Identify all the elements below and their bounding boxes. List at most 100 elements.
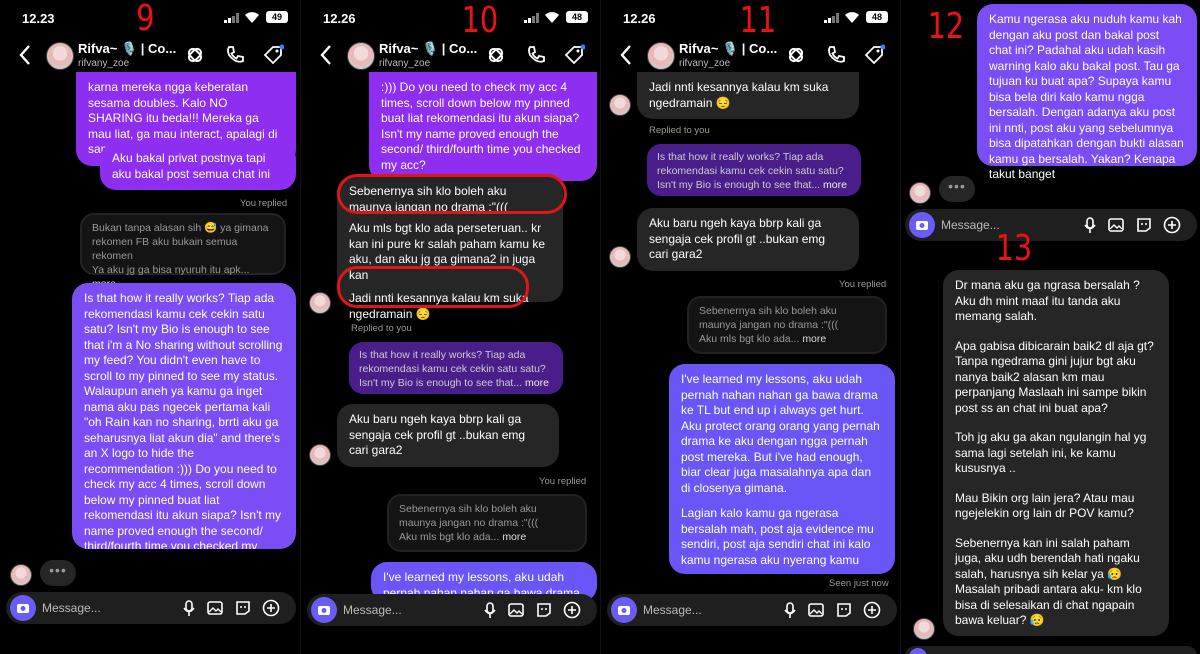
contact-name[interactable]: Rifva~ 🎙️ | Co...	[78, 41, 176, 57]
message-outgoing[interactable]: Kamu ngerasa aku nuduh kamu kah dengan a…	[977, 4, 1197, 181]
wifi-icon	[845, 12, 859, 23]
message-input[interactable]: Message...	[941, 218, 1000, 232]
annotation-circle	[337, 266, 529, 308]
message-composer[interactable]: Message...	[607, 594, 897, 626]
contact-name[interactable]: Rifva~ 🎙️ | Co...	[679, 41, 777, 57]
wifi-icon	[545, 12, 559, 23]
camera-icon[interactable]	[611, 597, 637, 623]
more-link[interactable]: more	[525, 377, 549, 389]
reply-preview[interactable]: Is that how it really works? Tiap ada re…	[647, 144, 861, 196]
avatar	[10, 564, 32, 586]
reply-text: Aku mls bgt klo ada...	[399, 531, 500, 543]
replied-to-you-label: Replied to you	[649, 125, 710, 136]
contact-name[interactable]: Rifva~ 🎙️ | Co...	[379, 41, 477, 57]
avatar	[609, 246, 631, 268]
microphone-icon[interactable]	[781, 601, 799, 619]
phone-icon[interactable]	[224, 44, 246, 66]
avatar[interactable]	[347, 42, 375, 70]
message-text: I've learned my lessons, aku udah pernah…	[681, 372, 880, 495]
message-incoming[interactable]: Jadi nnti kesannya kalau km suka ngedram…	[637, 72, 859, 119]
gallery-icon[interactable]	[206, 599, 224, 617]
message-outgoing[interactable]: I've learned my lessons, aku udah pernah…	[669, 364, 895, 574]
chat-panel-10: 12.26 48 10 Rifva~ 🎙️ | Co... rifvany_zo…	[300, 0, 600, 654]
signal-icon	[224, 13, 239, 23]
bandage-icon[interactable]	[184, 44, 206, 66]
more-link[interactable]: more	[802, 333, 826, 345]
message-composer[interactable]: Message...	[905, 209, 1197, 241]
reply-preview[interactable]: Sebenernya sih klo boleh aku maunya jang…	[687, 296, 887, 354]
message-text: Masalah pribadi antara aku- km klo bisa …	[955, 582, 1142, 627]
reply-text: Is that how it really works? Tiap ada re…	[657, 151, 844, 191]
message-input[interactable]: Message...	[42, 601, 101, 615]
phone-icon[interactable]	[825, 44, 847, 66]
message-outgoing[interactable]: Aku bakal privat postnya tapi aku bakal …	[100, 143, 296, 190]
status-time: 12.26	[323, 11, 356, 26]
back-arrow-icon[interactable]	[18, 44, 32, 66]
more-link[interactable]: more	[823, 179, 847, 191]
reply-preview[interactable]: Is that how it really works? Tiap ada re…	[349, 342, 563, 394]
you-replied-label: You replied	[240, 198, 288, 209]
add-icon[interactable]	[262, 599, 280, 617]
reply-preview[interactable]: Sebenernya sih klo boleh aku maunya jang…	[387, 494, 587, 552]
gallery-icon[interactable]	[1107, 216, 1125, 234]
message-incoming[interactable]: Aku baru ngeh kaya bbrp kali ga sengaja …	[337, 404, 559, 467]
signal-icon	[824, 13, 839, 23]
message-outgoing[interactable]: Is that how it really works? Tiap ada re…	[72, 283, 296, 549]
typing-indicator: •••	[40, 560, 76, 586]
message-composer[interactable]: Message...	[6, 592, 296, 624]
microphone-icon[interactable]	[1081, 216, 1099, 234]
reply-preview[interactable]: Bukan tanpa alasan sih 😅 ya gimana rekom…	[80, 213, 286, 290]
battery-icon: 48	[866, 11, 888, 23]
message-outgoing[interactable]: :))) Do you need to check my acc 4 times…	[369, 72, 597, 181]
tag-icon[interactable]	[563, 44, 585, 66]
you-replied-label: You replied	[839, 279, 887, 290]
sticker-icon[interactable]	[234, 599, 252, 617]
avatar	[913, 618, 935, 640]
status-time: 12.26	[623, 11, 656, 26]
camera-icon[interactable]	[909, 212, 935, 238]
page-number: 12	[927, 6, 965, 47]
battery-icon: 48	[566, 11, 588, 23]
status-bar: 12.26 48	[301, 0, 600, 36]
message-incoming[interactable]: Dr mana aku ga ngrasa bersalah ? Aku dh …	[943, 270, 1169, 636]
signal-icon	[524, 13, 539, 23]
avatar[interactable]	[647, 42, 675, 70]
sticker-icon[interactable]	[1135, 216, 1153, 234]
status-time: 12.23	[22, 11, 55, 26]
microphone-icon[interactable]	[180, 599, 198, 617]
back-arrow-icon[interactable]	[319, 44, 333, 66]
add-icon[interactable]	[563, 601, 581, 619]
gallery-icon[interactable]	[807, 601, 825, 619]
microphone-icon[interactable]	[481, 601, 499, 619]
message-composer[interactable]	[905, 646, 1197, 654]
message-incoming[interactable]: Aku baru ngeh kaya bbrp kali ga sengaja …	[637, 208, 859, 271]
message-text: Sebenernya kan ini salah paham juga, aku…	[955, 535, 1140, 581]
add-icon[interactable]	[1163, 216, 1181, 234]
sticker-icon[interactable]	[835, 601, 853, 619]
sticker-icon[interactable]	[535, 601, 553, 619]
you-replied-label: You replied	[539, 476, 587, 487]
reply-text: Aku mls bgt klo ada...	[699, 333, 800, 345]
page-number: 10	[461, 0, 499, 41]
reply-text: Is that how it really works? Tiap ada re…	[359, 349, 546, 389]
camera-icon[interactable]	[311, 597, 337, 623]
message-text: Dr mana aku ga ngrasa bersalah ? Aku dh …	[955, 278, 1140, 323]
message-input[interactable]: Message...	[643, 603, 702, 617]
bandage-icon[interactable]	[785, 44, 807, 66]
camera-icon[interactable]	[909, 648, 927, 654]
tag-icon[interactable]	[262, 44, 284, 66]
tag-icon[interactable]	[863, 44, 885, 66]
more-link[interactable]: more	[502, 531, 526, 543]
reply-text: Sebenernya sih klo boleh aku maunya jang…	[399, 503, 539, 529]
avatar[interactable]	[46, 42, 74, 70]
add-icon[interactable]	[863, 601, 881, 619]
phone-icon[interactable]	[525, 44, 547, 66]
gallery-icon[interactable]	[507, 601, 525, 619]
message-input[interactable]: Message...	[343, 603, 402, 617]
back-arrow-icon[interactable]	[619, 44, 633, 66]
avatar	[309, 444, 331, 466]
contact-username: rifvany_zoe	[78, 58, 130, 69]
bandage-icon[interactable]	[485, 44, 507, 66]
message-composer[interactable]: Message...	[307, 594, 597, 626]
camera-icon[interactable]	[10, 595, 36, 621]
